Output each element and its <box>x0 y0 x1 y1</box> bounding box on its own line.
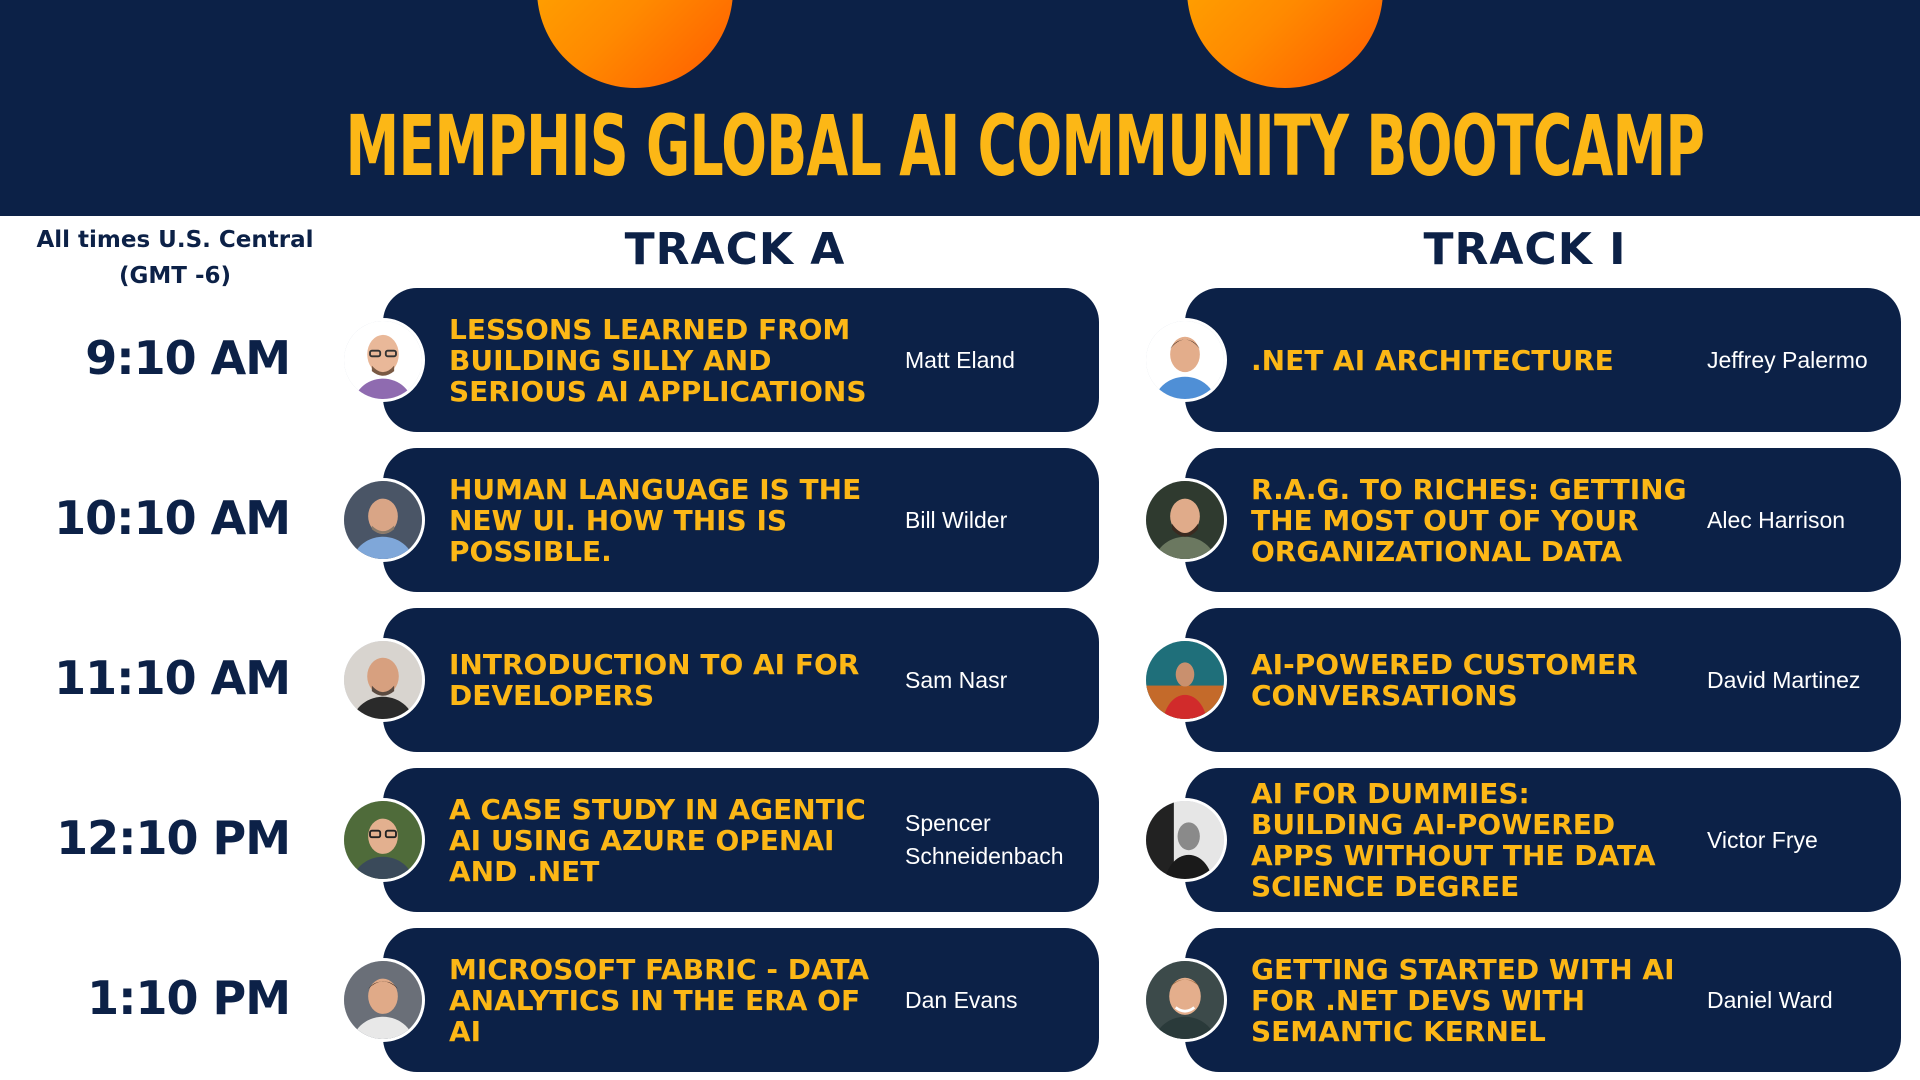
session-card-track-a[interactable]: HUMAN LANGUAGE IS THE NEW UI. HOW THIS I… <box>383 448 1099 592</box>
time-slot-label: 1:10 PM <box>87 971 291 1025</box>
avatar-photo-icon <box>1146 321 1224 399</box>
session-card-track-i[interactable]: AI-POWERED CUSTOMER CONVERSATIONS David … <box>1185 608 1901 752</box>
time-slot-label: 12:10 PM <box>56 811 291 865</box>
session-title: .NET AI ARCHITECTURE <box>1251 343 1614 377</box>
speaker-avatar <box>1143 958 1227 1042</box>
avatar-illustration-icon <box>344 321 422 399</box>
speaker-name: Spencer Schneidenbach <box>905 810 1064 869</box>
session-title: AI-POWERED CUSTOMER CONVERSATIONS <box>1251 648 1638 712</box>
time-slot-label: 10:10 AM <box>54 491 291 545</box>
avatar-photo-icon <box>344 481 422 559</box>
page-title: MEMPHIS GLOBAL AI COMMUNITY BOOTCAMP <box>345 97 1705 195</box>
time-slot-label: 11:10 AM <box>54 651 291 705</box>
avatar-photo-icon <box>1146 641 1224 719</box>
speaker-avatar <box>341 798 425 882</box>
speaker-name: Victor Frye <box>1707 826 1818 853</box>
session-title: INTRODUCTION TO AI FOR DEVELOPERS <box>449 648 860 712</box>
session-card-track-a[interactable]: INTRODUCTION TO AI FOR DEVELOPERS Sam Na… <box>383 608 1099 752</box>
session-card-track-i[interactable]: R.A.G. TO RICHES: GETTING THE MOST OUT O… <box>1185 448 1901 592</box>
speaker-avatar <box>341 318 425 402</box>
speaker-name: Sam Nasr <box>905 666 1008 693</box>
speaker-avatar <box>1143 478 1227 562</box>
avatar-photo-icon <box>1146 481 1224 559</box>
session-card-track-a[interactable]: A CASE STUDY IN AGENTIC AI USING AZURE O… <box>383 768 1099 912</box>
timezone-note: All times U.S. Central (GMT -6) <box>36 227 314 289</box>
avatar-photo-icon <box>344 961 422 1039</box>
speaker-avatar <box>1143 318 1227 402</box>
decorative-sun-right <box>1187 0 1383 88</box>
decorative-sun-left <box>537 0 733 88</box>
avatar-photo-icon <box>1146 801 1224 879</box>
session-card-track-a[interactable]: MICROSOFT FABRIC - DATA ANALYTICS IN THE… <box>383 928 1099 1072</box>
session-card-track-i[interactable]: .NET AI ARCHITECTURE Jeffrey Palermo <box>1185 288 1901 432</box>
speaker-avatar <box>341 478 425 562</box>
avatar-photo-icon <box>344 641 422 719</box>
header-banner: MEMPHIS GLOBAL AI COMMUNITY BOOTCAMP <box>0 0 1920 216</box>
speaker-avatar <box>341 638 425 722</box>
session-title: R.A.G. TO RICHES: GETTING THE MOST OUT O… <box>1251 472 1687 568</box>
speaker-name: Dan Evans <box>905 986 1018 1013</box>
session-title: GETTING STARTED WITH AI FOR .NET DEVS WI… <box>1251 952 1675 1048</box>
avatar-photo-icon <box>1146 961 1224 1039</box>
session-title: MICROSOFT FABRIC - DATA ANALYTICS IN THE… <box>449 952 870 1048</box>
session-card-track-i[interactable]: GETTING STARTED WITH AI FOR .NET DEVS WI… <box>1185 928 1901 1072</box>
avatar-photo-icon <box>344 801 422 879</box>
session-card-track-i[interactable]: AI FOR DUMMIES: BUILDING AI-POWERED APPS… <box>1185 768 1901 912</box>
speaker-name: Matt Eland <box>905 346 1015 373</box>
speaker-avatar <box>341 958 425 1042</box>
speaker-name: Jeffrey Palermo <box>1707 346 1868 373</box>
speaker-avatar <box>1143 798 1227 882</box>
track-i-heading: TRACK I <box>1423 224 1627 275</box>
speaker-name: Bill Wilder <box>905 506 1008 533</box>
session-title: HUMAN LANGUAGE IS THE NEW UI. HOW THIS I… <box>449 472 862 568</box>
time-slot-label: 9:10 AM <box>85 331 291 385</box>
session-title: AI FOR DUMMIES: BUILDING AI-POWERED APPS… <box>1251 777 1656 903</box>
speaker-avatar <box>1143 638 1227 722</box>
session-card-track-a[interactable]: LESSONS LEARNED FROM BUILDING SILLY AND … <box>383 288 1099 432</box>
speaker-name: Alec Harrison <box>1707 506 1846 533</box>
session-title: LESSONS LEARNED FROM BUILDING SILLY AND … <box>449 312 867 408</box>
track-a-heading: TRACK A <box>624 224 846 275</box>
speaker-name: David Martinez <box>1707 666 1861 693</box>
speaker-name: Daniel Ward <box>1707 986 1833 1013</box>
session-title: A CASE STUDY IN AGENTIC AI USING AZURE O… <box>449 792 866 888</box>
